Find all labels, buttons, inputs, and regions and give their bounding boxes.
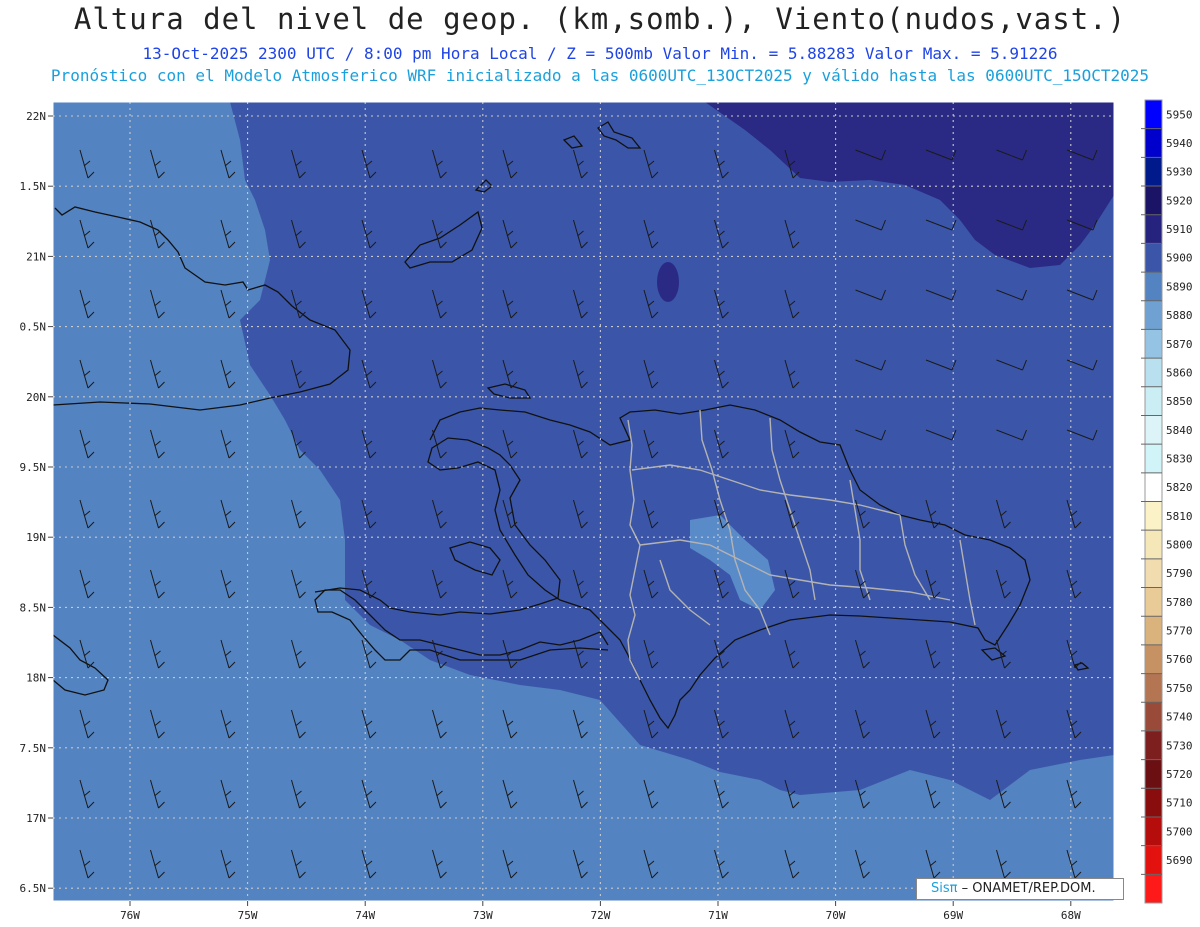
- colorbar-label: 5790: [1166, 567, 1193, 580]
- colorbar-label: 5810: [1166, 510, 1193, 523]
- colorbar-cell: [1145, 186, 1162, 216]
- latitude-labels: 22N 1.5N 21N 0.5N 20N 9.5N 19N 8.5N 18N 7.5N 17N 6.…: [20, 110, 53, 895]
- colorbar-label: 5870: [1166, 338, 1193, 351]
- lon-label: 69W: [943, 909, 963, 922]
- lat-label: 6.5N: [20, 882, 47, 895]
- colorbar-cell: [1145, 329, 1162, 359]
- colorbar-cell: [1145, 759, 1162, 789]
- lon-label: 73W: [473, 909, 493, 922]
- colorbar-label: 5750: [1166, 682, 1193, 695]
- colorbar-label: 5910: [1166, 223, 1193, 236]
- colorbar-cell: [1145, 243, 1162, 273]
- colorbar-label: 5940: [1166, 137, 1193, 150]
- colorbar-cell: [1145, 530, 1162, 560]
- lon-label: 76W: [120, 909, 140, 922]
- sispi-logo: Sisπ: [931, 881, 958, 896]
- colorbar-cell: [1145, 702, 1162, 732]
- colorbar-cell: [1145, 845, 1162, 875]
- colorbar-cell: [1145, 673, 1162, 703]
- colorbar-label: 5780: [1166, 596, 1193, 609]
- colorbar-label: 5820: [1166, 481, 1193, 494]
- colorbar-cell: [1145, 157, 1162, 187]
- colorbar-cell: [1145, 874, 1162, 904]
- colorbar-label: 5730: [1166, 739, 1193, 752]
- lat-label: 20N: [26, 391, 46, 404]
- colorbar-label: 5880: [1166, 309, 1193, 322]
- colorbar-label: 5770: [1166, 625, 1193, 638]
- lon-label: 68W: [1061, 909, 1081, 922]
- colorbar-label: 5950: [1166, 108, 1193, 121]
- colorbar-label: 5720: [1166, 768, 1193, 781]
- colorbar-label: 5850: [1166, 395, 1193, 408]
- colorbar-cell: [1145, 558, 1162, 589]
- credit-text: – ONAMET/REP.DOM.: [961, 881, 1096, 896]
- lat-label: 22N: [26, 110, 46, 123]
- lon-label: 70W: [826, 909, 846, 922]
- lat-label: 19N: [26, 531, 46, 544]
- colorbar-cell: [1145, 100, 1162, 130]
- lon-label: 71W: [708, 909, 728, 922]
- colorbar-label: 5690: [1166, 854, 1193, 867]
- colorbar-cell: [1145, 128, 1162, 158]
- colorbar-label: 5840: [1166, 424, 1193, 437]
- colorbar-cell: [1145, 444, 1162, 474]
- colorbar-cell: [1145, 816, 1162, 847]
- lat-label: 7.5N: [20, 742, 47, 755]
- colorbar-cell: [1145, 587, 1162, 617]
- colorbar-cell: [1145, 472, 1162, 502]
- colorbar-cell: [1145, 644, 1162, 675]
- colorbar-cell: [1145, 272, 1162, 302]
- lat-label: 1.5N: [20, 180, 47, 193]
- colorbar-cell: [1145, 386, 1162, 416]
- lat-label: 0.5N: [20, 321, 47, 334]
- colorbar-label: 5740: [1166, 711, 1193, 724]
- colorbar-cell: [1145, 501, 1162, 531]
- longitude-labels: 76W 75W 74W 73W 72W 71W 70W 69W 68W: [120, 901, 1081, 922]
- lon-label: 75W: [238, 909, 258, 922]
- colorbar-label: 5890: [1166, 280, 1193, 293]
- colorbar: 5950 5940 5930 5920 5910 5900 5890 5880 5870 5860…: [1141, 99, 1193, 904]
- colorbar-label: 5830: [1166, 452, 1193, 465]
- colorbar-label: 5900: [1166, 252, 1193, 265]
- colorbar-cell: [1145, 730, 1162, 761]
- colorbar-label: 5930: [1166, 166, 1193, 179]
- lat-label: 21N: [26, 250, 46, 263]
- colorbar-label: 5700: [1166, 825, 1193, 838]
- colorbar-label: 5760: [1166, 653, 1193, 666]
- credit-box: Sisπ – ONAMET/REP.DOM.: [916, 878, 1124, 900]
- lon-label: 72W: [590, 909, 610, 922]
- lon-label: 74W: [355, 909, 375, 922]
- lat-label: 17N: [26, 812, 46, 825]
- colorbar-cell: [1145, 415, 1162, 445]
- colorbar-cell: [1145, 300, 1162, 330]
- lat-label: 9.5N: [20, 461, 47, 474]
- colorbar-cell: [1145, 616, 1162, 646]
- colorbar-cell: [1145, 358, 1162, 388]
- colorbar-label: 5920: [1166, 194, 1193, 207]
- lat-label: 18N: [26, 672, 46, 685]
- colorbar-label: 5860: [1166, 366, 1193, 379]
- map-figure: 22N 1.5N 21N 0.5N 20N 9.5N 19N 8.5N 18N 7.5N 17N 6.…: [20, 99, 1193, 922]
- colorbar-label: 5710: [1166, 797, 1193, 810]
- colorbar-cell: [1145, 788, 1162, 818]
- colorbar-cell: [1145, 214, 1162, 244]
- lat-label: 8.5N: [20, 601, 47, 614]
- colorbar-label: 5800: [1166, 539, 1193, 552]
- field-high-spot: [657, 262, 679, 302]
